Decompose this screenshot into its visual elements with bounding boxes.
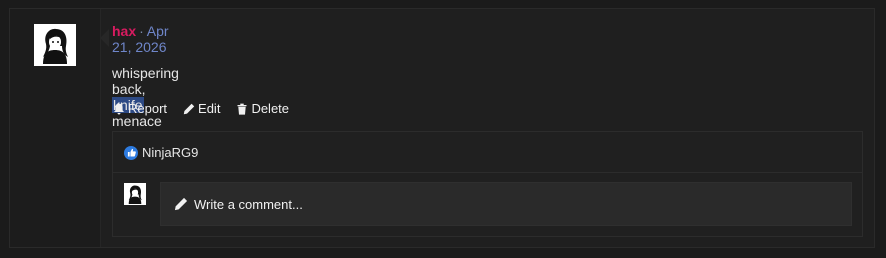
comment-input[interactable]: Write a comment...: [160, 182, 852, 226]
trash-icon: [237, 103, 247, 115]
reaction-users[interactable]: NinjaRG9: [142, 145, 198, 160]
post-gutter: [10, 9, 101, 247]
reactions-panel: NinjaRG9 Write a comment...: [112, 131, 863, 237]
reaction-divider: [113, 172, 862, 173]
report-button[interactable]: Report: [113, 101, 167, 116]
current-user-avatar: [124, 183, 146, 205]
delete-label: Delete: [251, 101, 290, 116]
pencil-icon: [183, 103, 195, 114]
thumbs-up-icon: [124, 145, 138, 160]
comment-placeholder: Write a comment...: [194, 196, 303, 212]
post-meta: hax · Apr 21, 2026: [112, 23, 169, 55]
report-label: Report: [128, 101, 168, 116]
pencil-icon: [174, 197, 188, 211]
reaction-summary[interactable]: NinjaRG9: [124, 145, 198, 160]
author-name[interactable]: hax: [112, 23, 136, 39]
post-message: whispering back, knife menace: [112, 65, 179, 129]
speech-arrow: [100, 29, 109, 47]
edit-label: Edit: [198, 101, 221, 116]
message-text-before: whispering back,: [112, 65, 179, 97]
post-actions: Report Edit Delete: [113, 101, 289, 116]
bell-icon: [114, 103, 124, 114]
edit-button[interactable]: Edit: [183, 101, 220, 116]
meta-separator: ·: [139, 23, 144, 39]
author-avatar[interactable]: [34, 24, 76, 66]
delete-button[interactable]: Delete: [236, 101, 289, 116]
